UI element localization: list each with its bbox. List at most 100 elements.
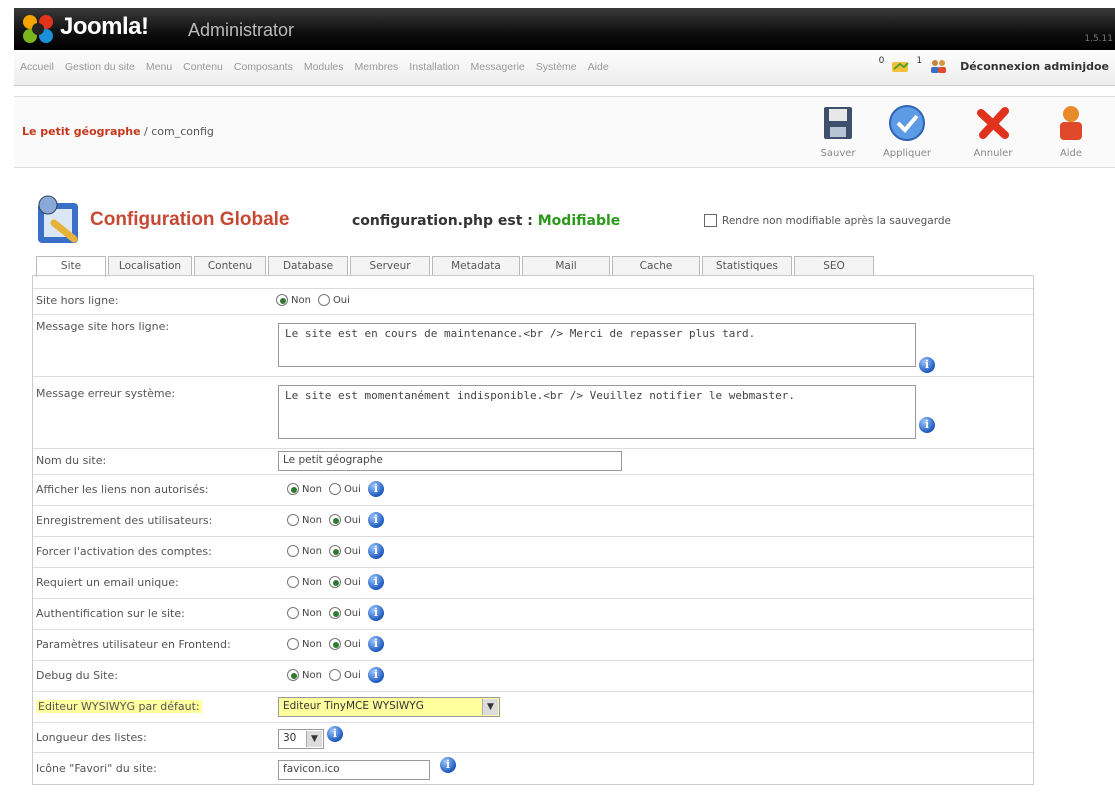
unauth-links-radio-group: Non Oui i — [287, 481, 384, 497]
setting-row-account-activation: Forcer l'activation des comptes: Non Oui… — [33, 536, 1033, 567]
unique-email-no-radio[interactable] — [287, 576, 299, 588]
app-logo-text: Joomla! — [60, 13, 149, 40]
menu-item-system[interactable]: Système — [536, 61, 577, 73]
editor-select[interactable]: Editeur TinyMCE WYSIWYG ▼ — [278, 697, 500, 717]
site-settings-panel: Site hors ligne: Non Oui Message site ho… — [32, 275, 1034, 785]
unauth-links-no-radio[interactable] — [287, 483, 299, 495]
debug-label: Debug du Site: — [36, 669, 118, 682]
user-registration-radio-group: Non Oui i — [287, 512, 384, 528]
info-icon[interactable]: i — [367, 512, 384, 528]
tab-statistics[interactable]: Statistiques — [702, 256, 792, 276]
admin-header: Joomla! Administrator 1.5.11 — [14, 8, 1115, 50]
tab-cache[interactable]: Cache — [612, 256, 700, 276]
unauth-links-yes-radio[interactable] — [328, 483, 341, 495]
frontend-params-yes-radio[interactable] — [328, 638, 341, 650]
site-auth-no-radio[interactable] — [287, 607, 299, 619]
page-title: Configuration Globale — [90, 209, 290, 230]
config-file-writable: Modifiable — [537, 213, 621, 229]
list-length-label: Longueur des listes: — [36, 731, 147, 744]
setting-row-error-message: Message erreur système: Le site est mome… — [33, 376, 1033, 448]
debug-yes-radio[interactable] — [328, 669, 341, 681]
cancel-x-icon — [977, 107, 1009, 139]
unauth-links-no-label: Non — [302, 483, 322, 495]
account-activation-yes-radio[interactable] — [328, 545, 341, 557]
debug-radio-group: Non Oui i — [287, 667, 384, 683]
users-icon[interactable] — [928, 58, 948, 74]
offline-no-radio[interactable] — [276, 294, 288, 306]
cancel-button[interactable]: Annuler — [964, 101, 1022, 161]
user-registration-yes-radio[interactable] — [328, 514, 341, 526]
setting-row-site-auth: Authentification sur le site: Non Oui i — [33, 598, 1033, 629]
site-auth-no-label: Non — [302, 607, 322, 619]
menu-item-help[interactable]: Aide — [588, 61, 609, 73]
error-message-textarea[interactable]: Le site est momentanément indisponible.<… — [278, 385, 916, 439]
menu-item-components[interactable]: Composants — [234, 61, 293, 73]
unauth-links-label: Afficher les liens non autorisés: — [36, 483, 209, 496]
offline-no-label: Non — [291, 294, 311, 306]
setting-row-favicon: Icône "Favori" du site: favicon.ico i — [33, 752, 1033, 784]
info-icon[interactable]: i — [919, 357, 935, 373]
menu-item-menu[interactable]: Menu — [146, 61, 172, 73]
info-icon[interactable]: i — [367, 543, 384, 559]
menu-item-modules[interactable]: Modules — [304, 61, 344, 73]
toolbar: Le petit géographe / com_config Sauver A… — [14, 96, 1115, 168]
user-registration-no-label: Non — [302, 514, 322, 526]
menu-item-content[interactable]: Contenu — [183, 61, 223, 73]
tab-site[interactable]: Site — [36, 256, 106, 277]
info-icon[interactable]: i — [367, 481, 384, 497]
list-length-select[interactable]: 30 ▼ — [278, 729, 324, 749]
info-icon[interactable]: i — [327, 726, 343, 742]
offline-message-textarea[interactable]: Le site est en cours de maintenance.<br … — [278, 323, 916, 367]
help-button[interactable]: Aide — [1042, 101, 1100, 161]
unique-email-yes-label: Oui — [343, 576, 361, 588]
logout-link[interactable]: Déconnexion adminjdoe — [960, 60, 1109, 73]
tab-seo[interactable]: SEO — [794, 256, 874, 276]
config-tabs: Site Localisation Contenu Database Serve… — [36, 256, 876, 277]
unique-email-no-label: Non — [302, 576, 322, 588]
info-icon[interactable]: i — [367, 605, 384, 621]
menu-item-messages[interactable]: Messagerie — [471, 61, 525, 73]
messages-count: 0 — [878, 56, 885, 66]
info-icon[interactable]: i — [440, 757, 456, 773]
tab-metadata[interactable]: Metadata — [432, 256, 520, 276]
favicon-input[interactable]: favicon.ico — [278, 760, 430, 780]
tab-server[interactable]: Serveur — [350, 256, 430, 276]
tab-database[interactable]: Database — [268, 256, 348, 276]
menu-item-site[interactable]: Gestion du site — [65, 61, 135, 73]
main-menu-bar: Accueil Gestion du site Menu Contenu Com… — [14, 50, 1115, 86]
info-icon[interactable]: i — [367, 574, 384, 590]
setting-row-unique-email: Requiert un email unique: Non Oui i — [33, 567, 1033, 598]
menu-item-members[interactable]: Membres — [355, 61, 399, 73]
list-length-select-value: 30 — [283, 732, 297, 744]
account-activation-label: Forcer l'activation des comptes: — [36, 545, 212, 558]
info-icon[interactable]: i — [367, 636, 384, 652]
unique-email-yes-radio[interactable] — [328, 576, 341, 588]
make-unwritable-checkbox[interactable] — [704, 214, 717, 227]
debug-no-label: Non — [302, 669, 322, 681]
site-auth-yes-radio[interactable] — [328, 607, 341, 619]
offline-yes-radio[interactable] — [317, 294, 330, 306]
setting-row-editor: Editeur WYSIWYG par défaut: Editeur Tiny… — [33, 691, 1033, 722]
account-activation-yes-label: Oui — [343, 545, 361, 557]
tab-mail[interactable]: Mail — [522, 256, 610, 276]
editor-select-value: Editeur TinyMCE WYSIWYG — [283, 700, 424, 712]
frontend-params-no-label: Non — [302, 638, 322, 650]
messages-icon[interactable] — [890, 58, 910, 74]
frontend-params-yes-label: Oui — [343, 638, 361, 650]
tab-localisation[interactable]: Localisation — [108, 256, 192, 276]
menu-item-home[interactable]: Accueil — [20, 61, 54, 73]
info-icon[interactable]: i — [367, 667, 384, 683]
version-label: 1.5.11 — [1084, 34, 1113, 44]
info-icon[interactable]: i — [919, 417, 935, 433]
debug-no-radio[interactable] — [287, 669, 299, 681]
site-name-input[interactable]: Le petit géographe — [278, 451, 622, 471]
tab-content[interactable]: Contenu — [194, 256, 266, 276]
setting-row-site-name: Nom du site: Le petit géographe — [33, 448, 1033, 474]
frontend-params-no-radio[interactable] — [287, 638, 299, 650]
save-button[interactable]: Sauver — [809, 101, 867, 161]
menu-item-install[interactable]: Installation — [409, 61, 459, 73]
user-registration-no-radio[interactable] — [287, 514, 299, 526]
make-unwritable-option: Rendre non modifiable après la sauvegard… — [704, 214, 951, 227]
apply-button[interactable]: Appliquer — [878, 101, 936, 161]
account-activation-no-radio[interactable] — [287, 545, 299, 557]
